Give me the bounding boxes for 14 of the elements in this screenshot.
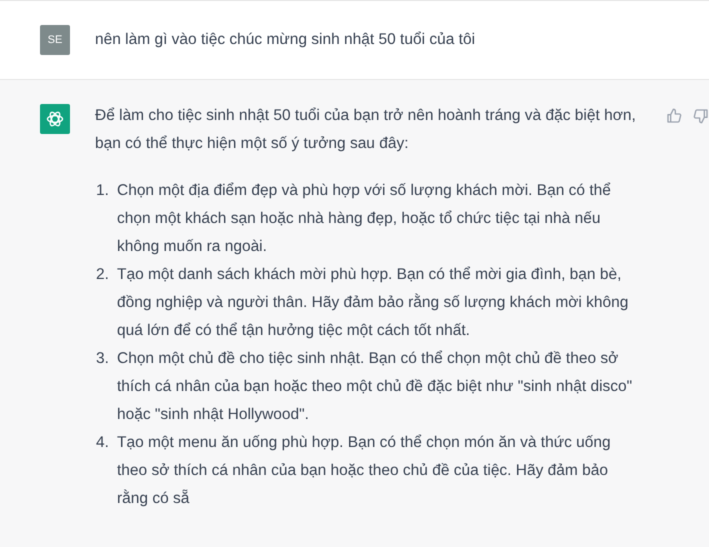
assistant-logo-icon — [40, 104, 70, 134]
thumbs-down-icon[interactable] — [693, 108, 709, 124]
list-item-text: Tạo một menu ăn uống phù hợp. Bạn có thể chọn món ăn và thức uống theo sở thích cá nhân của bạn hoặc theo chủ đề của tiệc. Hãy đảm bảo rằng có sẵ — [117, 433, 612, 509]
list-item-text: Chọn một địa điểm đẹp và phù hợp với số lượng khách mời. Bạn có thể chọn một khách sạn hoặc nhà hàng đẹp, hoặc tổ chức tiệc tại nhà nếu không muốn ra ngoài. — [117, 181, 612, 257]
assistant-intro: Để làm cho tiệc sinh nhật 50 tuổi của bạn trở nên hoành tráng và đặc biệt hơn, bạn có thể thực hiện một số ý tưởng sau đây: — [95, 106, 637, 154]
thumbs-up-icon[interactable] — [666, 108, 682, 124]
list-number: 2. — [95, 265, 110, 285]
list-item-text: Chọn một chủ đề cho tiệc sinh nhật. Bạn có thể chọn một chủ đề theo sở thích cá nhân của bạn hoặc theo một chủ đề đặc biệt như "sinh nhật disco" hoặc "sinh nhật Hollywood". — [117, 349, 634, 425]
list-number: 4. — [95, 433, 110, 453]
list-item-text: Tạo một danh sách khách mời phù hợp. Bạn có thể mời gia đình, bạn bè, đồng nghiệp và người thân. Hãy đảm bảo rằng số lượng khách mời không quá lớn để có thể tận hưởng tiệc một cách tốt nhất. — [117, 265, 630, 341]
list-number: 3. — [95, 349, 110, 369]
list-number: 1. — [95, 181, 110, 201]
user-message: nên làm gì vào tiệc chúc mừng sinh nhật 50 tuổi của tôi — [95, 31, 476, 49]
user-avatar: SE — [40, 25, 70, 55]
